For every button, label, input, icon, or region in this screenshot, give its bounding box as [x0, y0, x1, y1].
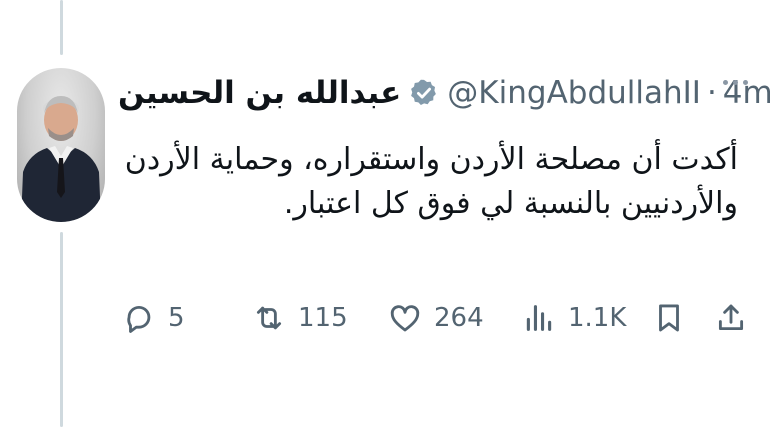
repost-button[interactable]: 115: [252, 288, 348, 348]
meta-separator: ·: [706, 75, 717, 111]
share-button[interactable]: [714, 288, 748, 348]
author-handle[interactable]: @KingAbdullahII: [447, 75, 701, 111]
views-button[interactable]: 1.1K: [522, 288, 626, 348]
avatar-portrait: [21, 96, 101, 222]
bookmark-button[interactable]: [652, 288, 686, 348]
tweet-text-line: والأردنيين بالنسبة لي فوق كل اعتبار.: [283, 186, 738, 221]
reply-count: 5: [168, 303, 185, 333]
reply-icon: [127, 305, 151, 333]
author-display-name[interactable]: عبدالله بن الحسين: [118, 75, 401, 111]
tweet-actions: 5 115 264 1.1K: [118, 288, 758, 348]
tweet-text-line: أكدت أن مصلحة الأردن واستقراره، وحماية ا…: [124, 142, 738, 177]
heart-icon: [390, 305, 420, 332]
more-horizontal-icon: [723, 80, 728, 85]
views-count: 1.1K: [568, 303, 627, 333]
repost-count: 115: [298, 303, 348, 333]
repost-icon: [256, 306, 282, 330]
views-chart-icon: [526, 305, 552, 331]
avatar[interactable]: [17, 68, 105, 222]
tweet-header: عبدالله بن الحسين @KingAbdullahII · 4m: [118, 66, 770, 120]
tweet-text: أكدت أن مصلحة الأردن واستقراره، وحماية ا…: [124, 138, 738, 226]
thread-line-bottom: [60, 232, 63, 427]
like-button[interactable]: 264: [388, 288, 484, 348]
verified-badge-icon[interactable]: [409, 78, 439, 108]
thread-line-top: [60, 0, 63, 55]
like-count: 264: [434, 303, 484, 333]
share-icon: [718, 304, 744, 331]
reply-button[interactable]: 5: [122, 288, 185, 348]
bookmark-icon: [659, 304, 679, 332]
more-options-button[interactable]: [723, 80, 748, 85]
